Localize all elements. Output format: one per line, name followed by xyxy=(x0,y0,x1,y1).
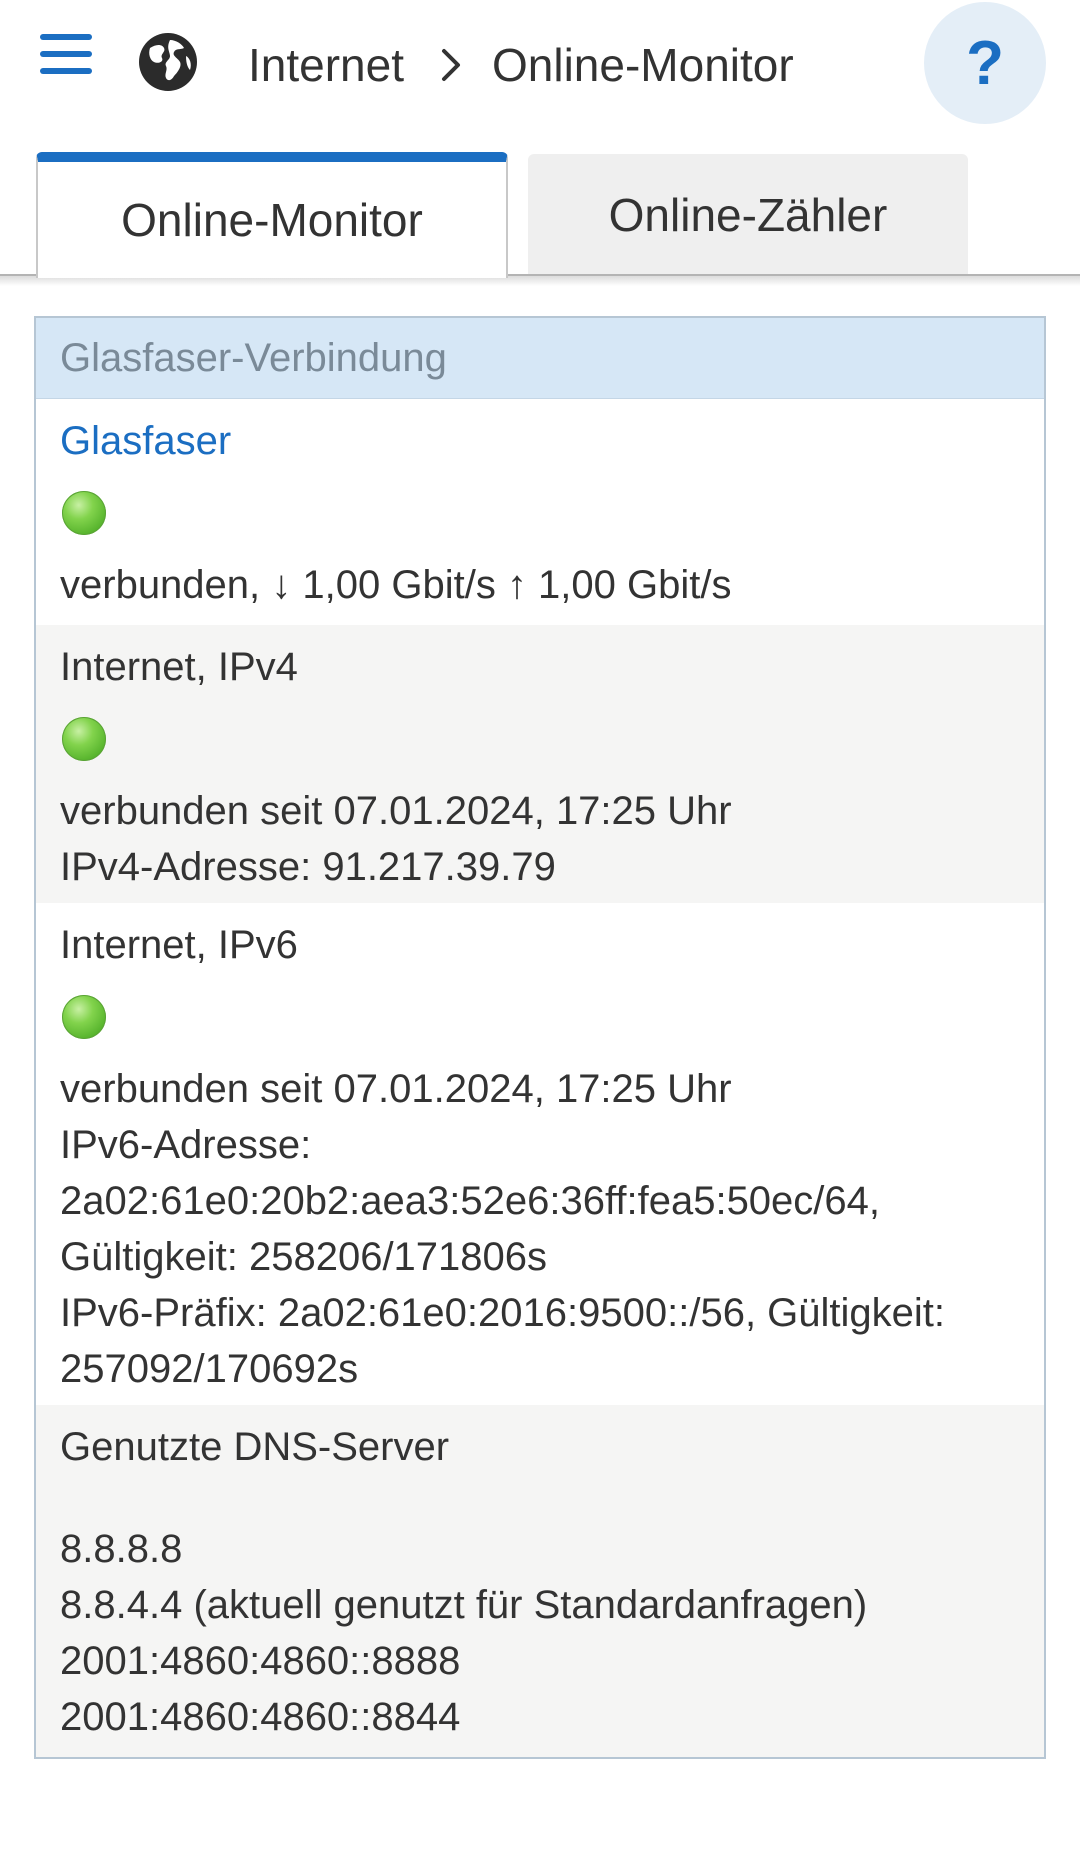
help-icon: ? xyxy=(966,28,1004,98)
globe-icon xyxy=(139,33,197,91)
tab-label: Online-Monitor xyxy=(121,194,423,246)
glasfaser-status: verbunden, ↓ 1,00 Gbit/s ↑ 1,00 Gbit/s xyxy=(60,563,732,607)
breadcrumb-internet[interactable]: Internet xyxy=(248,38,404,92)
ipv6-address-validity: Gültigkeit: 258206/171806s xyxy=(60,1235,548,1279)
dns-title: Genutzte DNS-Server xyxy=(60,1425,450,1469)
section-ipv6: Internet, IPv6 verbunden seit 07.01.2024… xyxy=(36,903,1044,1405)
dns-server-item: 2001:4860:4860::8844 xyxy=(60,1695,461,1739)
tab-online-zaehler[interactable]: Online-Zähler xyxy=(528,154,968,276)
breadcrumb: Internet Online-Monitor xyxy=(248,30,794,100)
ipv4-title: Internet, IPv4 xyxy=(60,645,298,689)
section-ipv4: Internet, IPv4 verbunden seit 07.01.2024… xyxy=(36,625,1044,903)
hamburger-menu-icon[interactable] xyxy=(40,34,92,82)
connection-panel: Glasfaser-Verbindung Glasfaser verbunden… xyxy=(34,316,1046,1759)
tab-label: Online-Zähler xyxy=(608,189,888,241)
ipv6-address-label: IPv6-Adresse: xyxy=(60,1123,312,1167)
dns-server-item: 8.8.4.4 (aktuell genutzt für Standardanf… xyxy=(60,1583,868,1627)
breadcrumb-online-monitor: Online-Monitor xyxy=(492,39,794,91)
panel-title: Glasfaser-Verbindung xyxy=(36,318,1044,399)
section-dns: Genutzte DNS-Server 8.8.8.8 8.8.4.4 (akt… xyxy=(36,1405,1044,1757)
tab-online-monitor[interactable]: Online-Monitor xyxy=(36,152,508,278)
help-button[interactable]: ? xyxy=(924,2,1046,124)
section-glasfaser: Glasfaser verbunden, ↓ 1,00 Gbit/s ↑ 1,0… xyxy=(36,399,1044,625)
ipv6-title: Internet, IPv6 xyxy=(60,923,298,967)
ipv6-connected-since: verbunden seit 07.01.2024, 17:25 Uhr xyxy=(60,1067,732,1111)
ipv6-prefix: IPv6-Präfix: 2a02:61e0:2016:9500::/56, G… xyxy=(60,1291,946,1335)
glasfaser-link[interactable]: Glasfaser xyxy=(60,399,1020,469)
dns-server-item: 2001:4860:4860::8888 xyxy=(60,1639,461,1683)
status-led-icon xyxy=(62,491,106,535)
ipv6-address: 2a02:61e0:20b2:aea3:52e6:36ff:fea5:50ec/… xyxy=(60,1179,881,1223)
dns-server-item: 8.8.8.8 xyxy=(60,1527,183,1571)
chevron-right-icon xyxy=(442,49,460,81)
ipv4-connected-since: verbunden seit 07.01.2024, 17:25 Uhr xyxy=(60,789,732,833)
status-led-icon xyxy=(62,717,106,761)
status-led-icon xyxy=(62,995,106,1039)
ipv6-prefix-validity: 257092/170692s xyxy=(60,1347,359,1391)
ipv4-address: IPv4-Adresse: 91.217.39.79 xyxy=(60,845,556,889)
top-bar: Internet Online-Monitor ? xyxy=(0,0,1080,150)
tab-bar: Online-Monitor Online-Zähler xyxy=(0,152,1080,278)
